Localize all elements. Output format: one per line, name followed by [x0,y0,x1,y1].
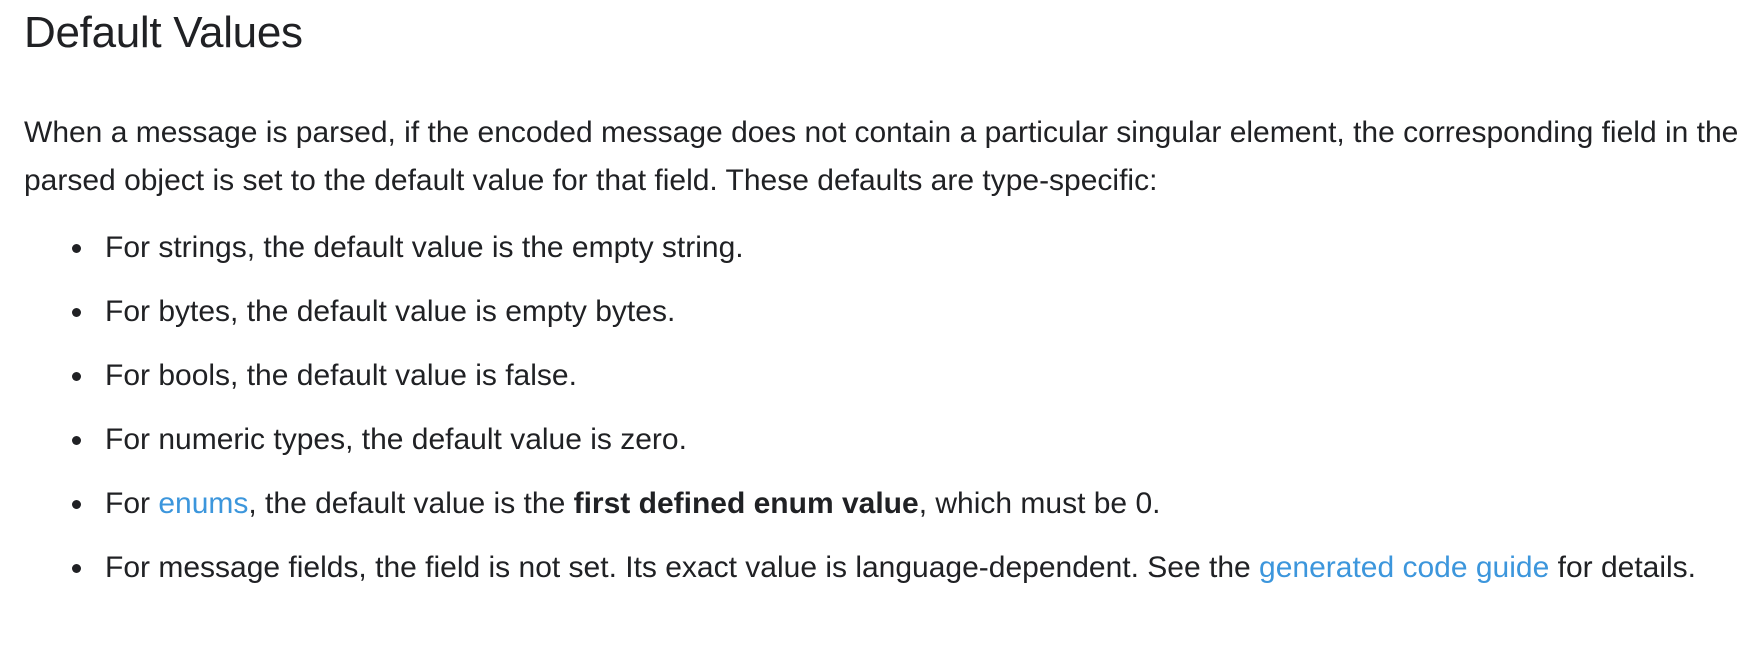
bullet-icon [72,244,81,253]
list-item-strings: For strings, the default value is the em… [24,224,1715,272]
list-item-message-fields: For message fields, the field is not set… [24,544,1715,592]
list-item-text: For strings, the default value is the em… [105,231,744,264]
list-item-text-middle: , the default value is the [248,487,574,520]
enums-link[interactable]: enums [158,487,248,520]
intro-paragraph: When a message is parsed, if the encoded… [24,116,1739,197]
list-item-text: For bools, the default value is false. [105,359,577,392]
bullet-icon [72,436,81,445]
list-item-text-suffix: for details. [1549,551,1697,584]
generated-code-guide-link[interactable]: generated code guide [1259,551,1549,584]
list-item-bytes: For bytes, the default value is empty by… [24,288,1715,336]
document-page: Default Values When a message is parsed,… [0,0,1760,662]
bullet-icon [72,372,81,381]
list-item-text: For bytes, the default value is empty by… [105,295,676,328]
list-item-text-suffix: , which must be 0. [918,487,1161,520]
bullet-icon [72,564,81,573]
section-title: Default Values [24,8,303,57]
list-item-numeric: For numeric types, the default value is … [24,416,1715,464]
defaults-list: For strings, the default value is the em… [24,224,1760,592]
bullet-icon [72,500,81,509]
list-item-enums: For enums, the default value is the firs… [24,480,1715,528]
list-item-bools: For bools, the default value is false. [24,352,1715,400]
emphasized-text: first defined enum value [573,487,919,520]
list-item-text-prefix: For [105,487,159,520]
list-item-text-prefix: For message fields, the field is not set… [105,551,1260,584]
list-item-text: For numeric types, the default value is … [105,423,687,456]
bullet-icon [72,308,81,317]
